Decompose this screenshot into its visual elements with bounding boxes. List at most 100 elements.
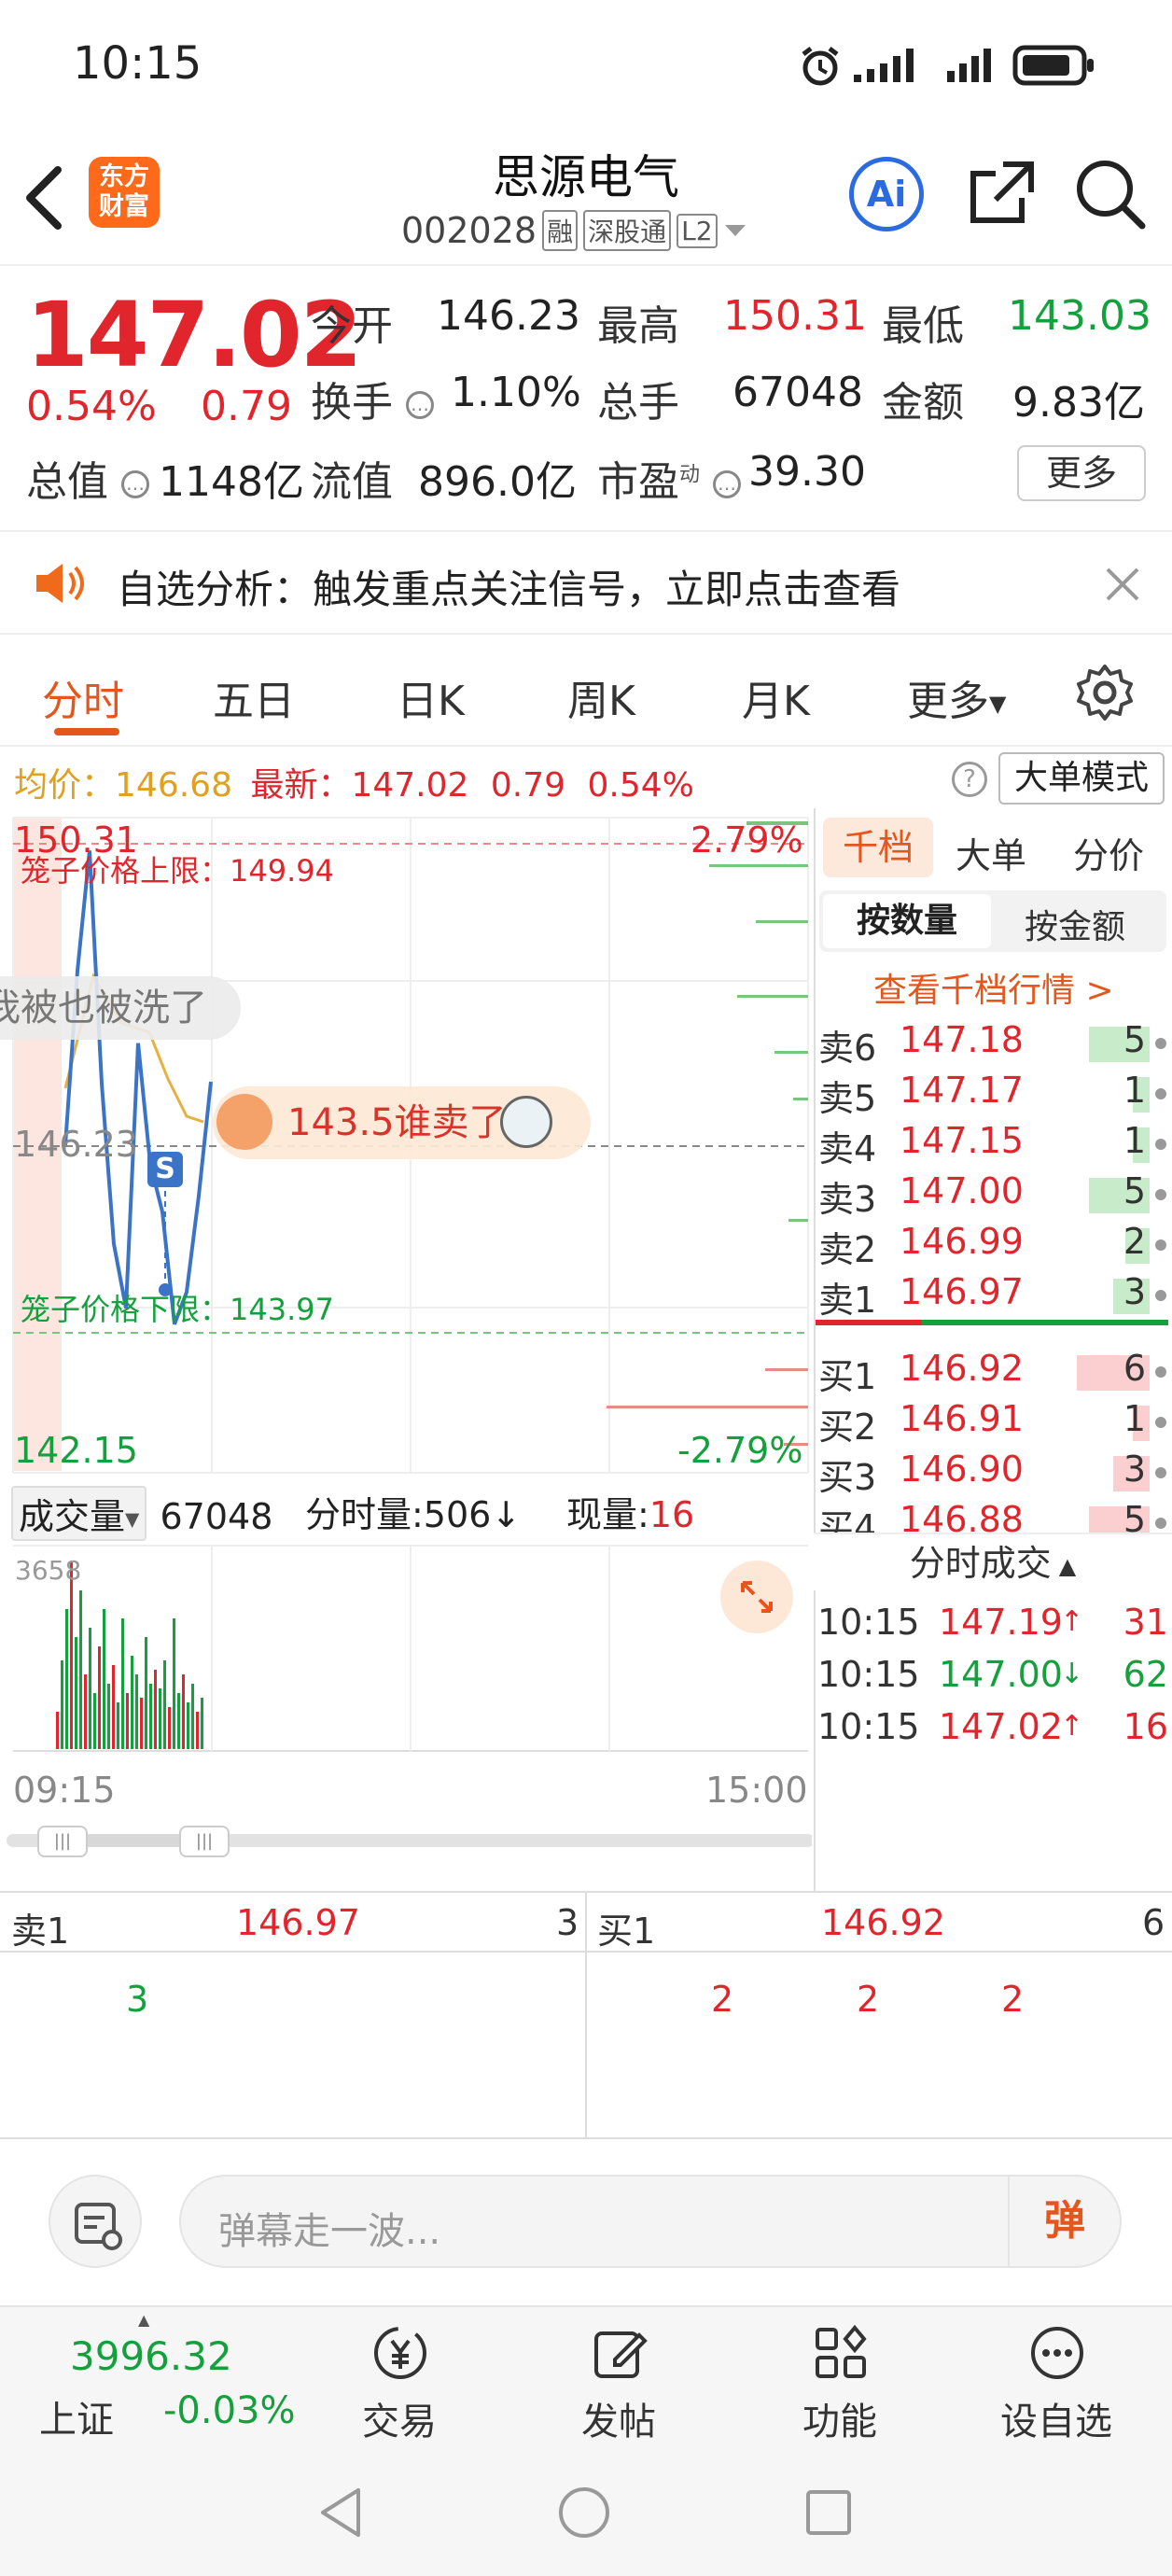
danmu-bubble-2[interactable]: 143.5谁卖了 [213, 1086, 591, 1159]
level-price: 147.00 [900, 1170, 1024, 1211]
field-value: 146.23 [437, 292, 580, 340]
danmu-bubble-1[interactable]: 我被也被洗了 [0, 976, 241, 1040]
field-label: 今开 [311, 302, 393, 350]
index-value: 3996.32 [70, 2333, 232, 2379]
expand-icon[interactable] [720, 1561, 793, 1633]
range-handle-left[interactable]: ||| [37, 1826, 88, 1857]
trade-volume: 62 [1123, 1654, 1168, 1695]
volume-header: 成交量▼ 67048 分时量:506↓ 现量:16 [11, 1486, 812, 1542]
stock-code: 002028 [401, 210, 537, 251]
level-price: 146.99 [900, 1221, 1024, 1262]
queue-sell-count: 3 [556, 1902, 579, 1943]
volume-selector[interactable]: 成交量▼ [11, 1486, 147, 1541]
system-home-icon[interactable] [556, 2485, 612, 2541]
level-label: 卖5 [818, 1078, 877, 1119]
level-label: 买2 [818, 1407, 877, 1448]
index-widget[interactable]: ▲ 3996.32 上证 -0.03% [0, 2307, 308, 2447]
settings-gear-icon[interactable] [1075, 663, 1135, 722]
badge-shengutong: 深股通 [583, 210, 672, 251]
ask-row[interactable]: 卖6 147.18 5 [814, 1019, 1172, 1070]
upper-limit-text: 笼子价格上限： [21, 853, 230, 889]
tab-five-day[interactable]: 五日 [213, 667, 295, 727]
help-icon[interactable]: ? [952, 762, 987, 797]
danmu-send-button[interactable]: 弹 [1008, 2177, 1120, 2266]
close-icon[interactable] [1104, 566, 1141, 603]
tab-daily-k[interactable]: 日K [397, 667, 465, 727]
speaker-icon [36, 564, 84, 603]
level-volume: 2 [1123, 1221, 1146, 1262]
level-label: 卖2 [818, 1229, 877, 1270]
ask-row[interactable]: 卖5 147.17 1 [814, 1070, 1172, 1120]
ask-row[interactable]: 卖2 146.99 2 [814, 1221, 1172, 1271]
level-volume: 5 [1123, 1019, 1146, 1060]
trade-price: 147.00 [939, 1654, 1063, 1695]
bid-row[interactable]: 买2 146.91 1 [814, 1398, 1172, 1449]
search-icon[interactable] [1073, 157, 1148, 231]
subtab-by-quantity[interactable]: 按数量 [823, 894, 991, 948]
nav-post[interactable]: 发帖 [525, 2307, 712, 2447]
signal-badge[interactable]: S [147, 1152, 183, 1187]
volume-area [13, 1545, 808, 1752]
nav-trade[interactable]: 交易 [306, 2307, 493, 2447]
latest-change: 0.79 [490, 766, 566, 805]
ask-row[interactable]: 卖4 147.15 1 [814, 1120, 1172, 1170]
volume-bar [117, 1702, 119, 1749]
level-price: 146.97 [900, 1271, 1024, 1312]
big-order-mode-button[interactable]: 大单模式 [998, 752, 1165, 805]
level-price: 146.91 [900, 1398, 1024, 1439]
share-icon[interactable] [966, 159, 1037, 230]
level-label: 买1 [818, 1356, 877, 1397]
time-end: 15:00 [705, 1770, 808, 1811]
field-float-cap: 流值 896.0亿 [311, 448, 609, 508]
queue-buy-order: 2 [711, 1979, 734, 2020]
ai-button[interactable]: Ai [849, 157, 924, 231]
trade-row: 10:15 147.00 ↓ 62 [814, 1654, 1172, 1706]
range-handle-right[interactable]: ||| [179, 1826, 230, 1857]
level-dot-icon [1155, 1189, 1166, 1200]
field-label: 流值 [311, 458, 393, 506]
trades-header[interactable]: 分时成交 ▲ [814, 1533, 1172, 1590]
danmu-input-field[interactable]: 弹幕走一波... 弹 [179, 2175, 1122, 2268]
book-subtab-bar: 按数量 按金额 [819, 890, 1166, 952]
ask-row[interactable]: 卖3 147.00 5 [814, 1170, 1172, 1221]
change-amount: 0.79 [201, 383, 292, 430]
tab-more[interactable]: 更多▼ [907, 667, 1006, 727]
info-icon[interactable]: … [406, 391, 434, 419]
grid-apps-icon [816, 2324, 867, 2378]
volume-bar [126, 1693, 129, 1749]
book-tab-price-distribution[interactable]: 分价 [1073, 827, 1144, 878]
volume-bar [163, 1660, 166, 1749]
tab-weekly-k[interactable]: 周K [567, 667, 635, 727]
more-button[interactable]: 更多 [1017, 445, 1146, 501]
danmu-settings-button[interactable] [49, 2175, 142, 2268]
y-axis-mid: 146.23 [14, 1124, 138, 1165]
ask-row[interactable]: 卖1 146.97 3 [814, 1271, 1172, 1322]
book-tab-big-order[interactable]: 大单 [956, 827, 1026, 878]
subtab-by-amount[interactable]: 按金额 [1025, 900, 1125, 948]
view-qiandang-link[interactable]: 查看千档行情 > [873, 963, 1114, 1012]
current-volume: 现量:16 [566, 1486, 694, 1537]
tab-intraday[interactable]: 分时 [42, 667, 124, 727]
tab-more-label: 更多 [907, 678, 989, 725]
nav-add-watchlist[interactable]: 设自选 [963, 2307, 1150, 2447]
time-start: 09:15 [13, 1770, 116, 1811]
book-tab-qiandang[interactable]: 千档 [823, 818, 933, 877]
notice-banner[interactable]: 自选分析：触发重点关注信号，立即点击查看 [0, 530, 1172, 635]
volume-bar [187, 1702, 189, 1749]
field-pe: 市盈动 … 39.30 [597, 448, 877, 508]
system-recents-icon[interactable] [804, 2488, 853, 2537]
dropdown-triangle-icon[interactable] [723, 221, 747, 240]
info-icon[interactable]: … [713, 470, 742, 498]
system-back-icon[interactable] [315, 2485, 366, 2541]
intraday-chart[interactable]: 150.31 2.79% 笼子价格上限：149.94 146.23 笼子价格下限… [0, 808, 812, 1891]
info-icon[interactable]: … [121, 470, 149, 498]
chart-tabs: 分时 五日 日K 周K 月K 更多▼ [0, 635, 1172, 747]
bid-row[interactable]: 买1 146.92 6 [814, 1348, 1172, 1398]
tab-monthly-k[interactable]: 月K [742, 667, 810, 727]
volume-bar [107, 1684, 110, 1749]
pct-axis-high: 2.79% [691, 819, 803, 861]
danmu-placeholder: 弹幕走一波... [218, 2210, 441, 2253]
bid-row[interactable]: 买3 146.90 3 [814, 1449, 1172, 1499]
nav-functions[interactable]: 功能 [746, 2307, 933, 2447]
danmu-bar: 弹幕走一波... 弹 [0, 2137, 1172, 2305]
